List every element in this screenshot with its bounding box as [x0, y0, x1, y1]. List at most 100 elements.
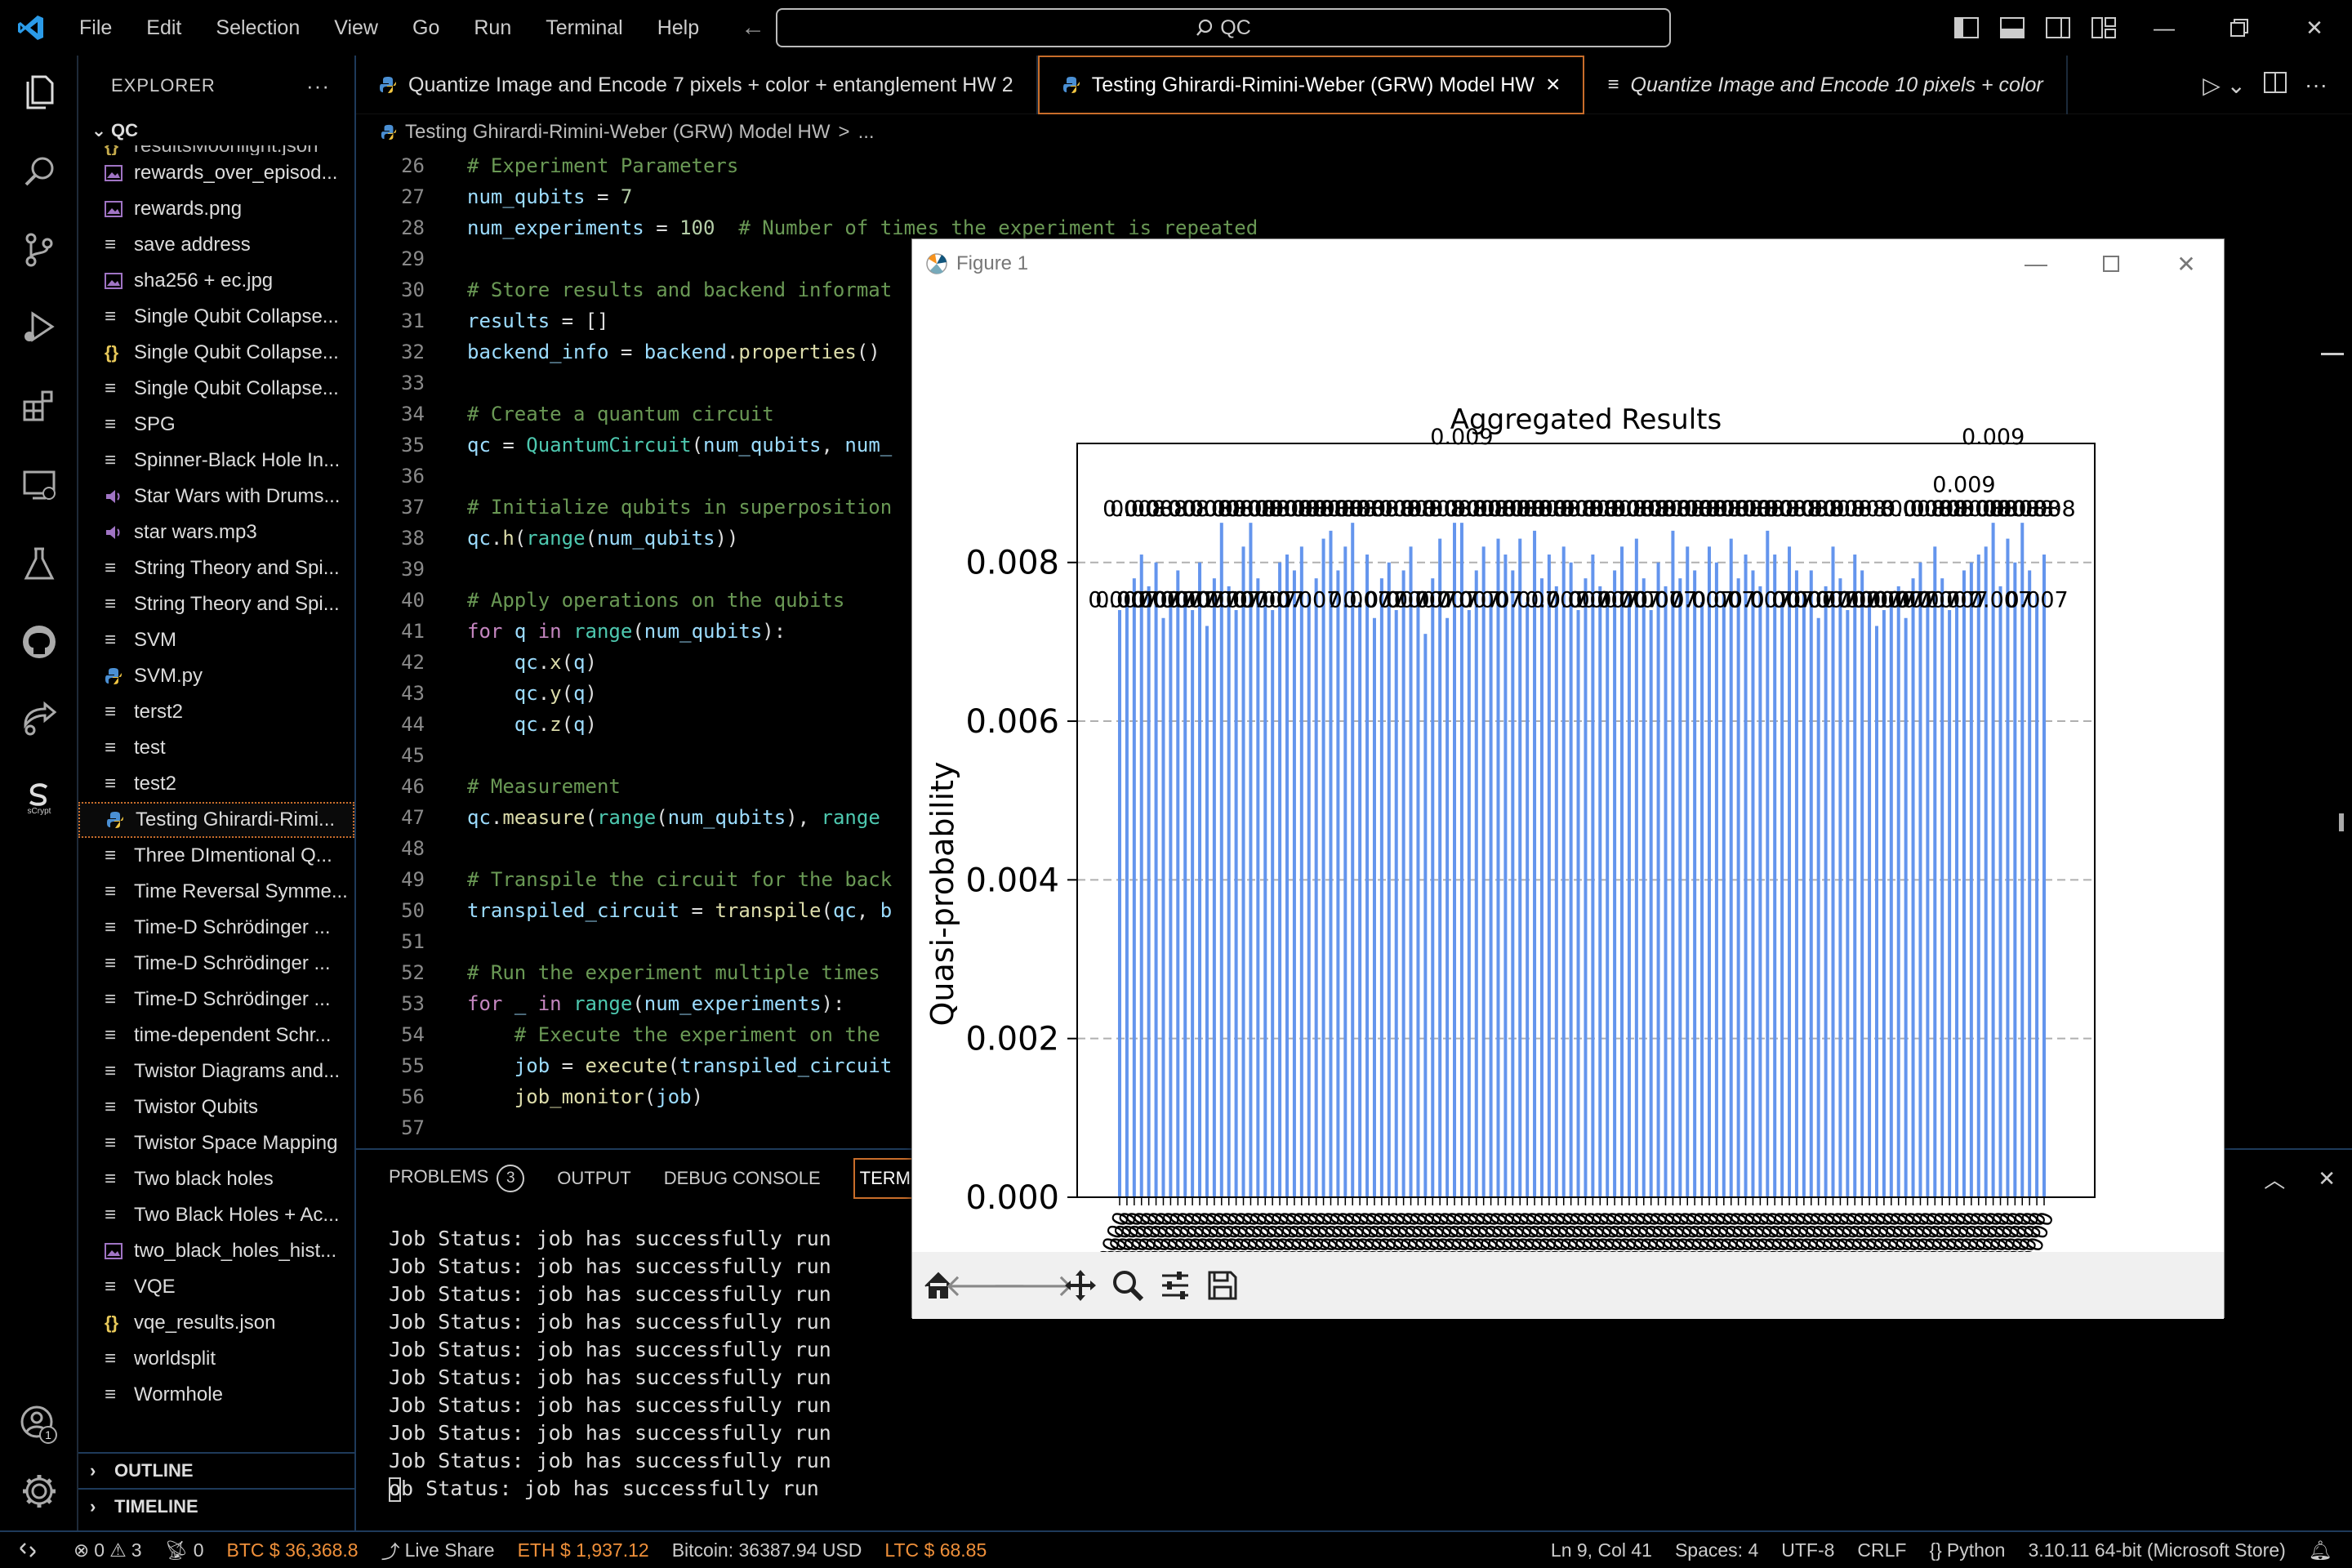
- file-item[interactable]: ≡ Two Black Holes + Ac...: [78, 1197, 354, 1233]
- file-item[interactable]: ≡ Single Qubit Collapse...: [78, 371, 354, 407]
- file-item[interactable]: ≡ terst2: [78, 694, 354, 730]
- file-item[interactable]: ≡ Time-D Schrödinger ...: [78, 982, 354, 1018]
- file-item[interactable]: ≡ test: [78, 730, 354, 766]
- file-item[interactable]: ≡ String Theory and Spi...: [78, 550, 354, 586]
- close-window-icon[interactable]: ✕: [2149, 239, 2224, 288]
- manage-gear-icon[interactable]: [0, 1457, 78, 1526]
- indentation[interactable]: Spaces: 4: [1664, 1539, 1770, 1561]
- breadcrumb-file[interactable]: Testing Ghirardi-Rimini-Weber (GRW) Mode…: [405, 121, 831, 144]
- file-item[interactable]: ≡ Spinner-Black Hole In...: [78, 443, 354, 479]
- menu-selection[interactable]: Selection: [198, 0, 317, 56]
- file-item[interactable]: ≡ Three DImentional Q...: [78, 838, 354, 874]
- workspace-folder-qc[interactable]: ⌄ QC: [78, 116, 354, 145]
- file-item[interactable]: ≡ VQE: [78, 1269, 354, 1305]
- tab-debug-console[interactable]: DEBUG CONSOLE: [664, 1168, 821, 1189]
- file-item[interactable]: rewards_over_episod...: [78, 155, 354, 191]
- file-item[interactable]: SVM.py: [78, 658, 354, 694]
- file-item-partial[interactable]: {} resultsMoonlight.json: [78, 145, 354, 155]
- language-mode[interactable]: {} Python: [1918, 1539, 2016, 1561]
- menu-view[interactable]: View: [317, 0, 395, 56]
- maximize-icon[interactable]: [2074, 239, 2149, 288]
- menu-edit[interactable]: Edit: [129, 0, 198, 56]
- toggle-primary-sidebar-icon[interactable]: [1944, 0, 1989, 56]
- bitcoin-price[interactable]: Bitcoin: 36387.94 USD: [661, 1539, 874, 1561]
- more-actions-icon[interactable]: ···: [2305, 72, 2328, 98]
- file-item[interactable]: star wars.mp3: [78, 514, 354, 550]
- encoding[interactable]: UTF-8: [1770, 1539, 1846, 1561]
- tab-quantize-10-pixels[interactable]: ≡ Quantize Image and Encode 10 pixels + …: [1584, 56, 2068, 114]
- live-share-icon[interactable]: [0, 684, 78, 753]
- back-arrow-icon[interactable]: ←: [741, 14, 765, 42]
- timeline-section[interactable]: › TIMELINE: [78, 1488, 356, 1524]
- customize-layout-icon[interactable]: [2081, 0, 2127, 56]
- github-icon[interactable]: [0, 608, 78, 676]
- file-item[interactable]: ≡ Time-D Schrödinger ...: [78, 946, 354, 982]
- python-interpreter[interactable]: 3.10.11 64-bit (Microsoft Store): [2016, 1539, 2296, 1561]
- tab-quantize-7-pixels[interactable]: Quantize Image and Encode 7 pixels + col…: [356, 56, 1038, 114]
- file-item[interactable]: two_black_holes_hist...: [78, 1233, 354, 1269]
- toggle-panel-icon[interactable]: [1989, 0, 2035, 56]
- eth-price[interactable]: ETH $ 1,937.12: [506, 1539, 661, 1561]
- live-share-status[interactable]: ⤴ Live Share: [370, 1536, 506, 1564]
- close-window-icon[interactable]: ✕: [2277, 0, 2352, 56]
- run-python-file-icon[interactable]: ▷ ⌄: [2203, 72, 2246, 99]
- restore-icon[interactable]: [2202, 0, 2277, 56]
- extensions-icon[interactable]: [0, 371, 78, 439]
- configure-subplots-icon[interactable]: [1157, 1267, 1193, 1303]
- file-item[interactable]: rewards.png: [78, 191, 354, 227]
- scrypt-icon[interactable]: sCrypt: [0, 764, 78, 833]
- file-item[interactable]: ≡ Twistor Diagrams and...: [78, 1054, 354, 1089]
- file-item[interactable]: ≡ Twistor Qubits: [78, 1089, 354, 1125]
- pan-icon[interactable]: [1062, 1267, 1098, 1303]
- menu-run[interactable]: Run: [457, 0, 528, 56]
- maximize-panel-icon[interactable]: ︿: [2264, 1164, 2285, 1194]
- accounts-icon[interactable]: 1: [0, 1390, 78, 1459]
- file-item[interactable]: ≡ test2: [78, 766, 354, 802]
- file-item[interactable]: ≡ SPG: [78, 407, 354, 443]
- explorer-icon[interactable]: [0, 56, 78, 124]
- toggle-secondary-sidebar-icon[interactable]: [2035, 0, 2081, 56]
- cursor-position[interactable]: Ln 9, Col 41: [1539, 1539, 1664, 1561]
- btc-price[interactable]: BTC $ 36,368.8: [216, 1539, 370, 1561]
- file-item[interactable]: ≡ worldsplit: [78, 1341, 354, 1377]
- file-item[interactable]: ≡ Time Reversal Symme...: [78, 874, 354, 910]
- search-view-icon[interactable]: [0, 137, 78, 206]
- menu-go[interactable]: Go: [395, 0, 457, 56]
- file-item[interactable]: {} vqe_results.json: [78, 1305, 354, 1341]
- minimize-icon[interactable]: —: [1998, 239, 2074, 288]
- run-debug-icon[interactable]: [0, 292, 78, 361]
- file-item[interactable]: ≡ String Theory and Spi...: [78, 586, 354, 622]
- menu-file[interactable]: File: [62, 0, 129, 56]
- file-item[interactable]: Testing Ghirardi-Rimi...: [78, 802, 354, 838]
- file-item[interactable]: ≡ Single Qubit Collapse...: [78, 299, 354, 335]
- file-item[interactable]: ≡ save address: [78, 227, 354, 263]
- file-item[interactable]: sha256 + ec.jpg: [78, 263, 354, 299]
- testing-icon[interactable]: [0, 529, 78, 598]
- file-item[interactable]: ≡ Wormhole: [78, 1377, 354, 1413]
- menu-terminal[interactable]: Terminal: [528, 0, 639, 56]
- file-item[interactable]: ≡ Two black holes: [78, 1161, 354, 1197]
- zoom-icon[interactable]: [1110, 1267, 1146, 1303]
- file-item[interactable]: ≡ Twistor Space Mapping: [78, 1125, 354, 1161]
- minimize-icon[interactable]: —: [2127, 0, 2202, 56]
- tab-problems[interactable]: PROBLEMS 3: [389, 1165, 525, 1192]
- file-item[interactable]: ≡ SVM: [78, 622, 354, 658]
- source-control-icon[interactable]: [0, 216, 78, 284]
- problems-status[interactable]: ⊗ 0 ⚠ 3: [62, 1539, 154, 1561]
- close-tab-icon[interactable]: ×: [1546, 71, 1561, 99]
- outline-section[interactable]: › OUTLINE: [78, 1452, 356, 1488]
- breadcrumb-symbol[interactable]: ...: [858, 121, 875, 144]
- tab-testing-grw-model[interactable]: Testing Ghirardi-Rimini-Weber (GRW) Mode…: [1037, 56, 1585, 114]
- ports-status[interactable]: 📡︎ 0: [154, 1539, 216, 1561]
- notifications-bell-icon[interactable]: 🔔︎: [2297, 1539, 2352, 1561]
- file-item[interactable]: ≡ time-dependent Schr...: [78, 1018, 354, 1054]
- remote-indicator-icon[interactable]: [0, 1540, 62, 1560]
- remote-explorer-icon[interactable]: [0, 451, 78, 519]
- explorer-more-actions[interactable]: ···: [306, 74, 330, 99]
- end-of-line[interactable]: CRLF: [1846, 1539, 1918, 1561]
- menu-help[interactable]: Help: [640, 0, 716, 56]
- file-item[interactable]: ≡ Time-D Schrödinger ...: [78, 910, 354, 946]
- ltc-price[interactable]: LTC $ 68.85: [873, 1539, 998, 1561]
- file-item[interactable]: {} Single Qubit Collapse...: [78, 335, 354, 371]
- file-item[interactable]: Star Wars with Drums...: [78, 479, 354, 514]
